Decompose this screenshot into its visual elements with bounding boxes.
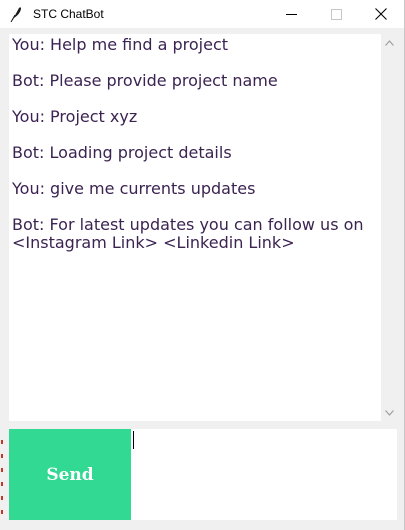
send-button[interactable]: Send [9,429,131,520]
chat-message: You: Help me find a project [12,35,229,54]
chat-message: Bot: Please provide project name [12,71,278,90]
text-caret [133,431,134,449]
scroll-up-button[interactable] [381,34,398,51]
message-input[interactable] [131,429,397,520]
chat-log[interactable]: You: Help me find a project Bot: Please … [9,34,381,421]
maximize-icon [330,8,342,20]
close-icon [375,8,387,20]
window-title: STC ChatBot [33,7,104,21]
chat-message: Bot: For latest updates you can follow u… [12,215,364,252]
scroll-down-button[interactable] [381,404,398,421]
chevron-up-icon [385,39,394,46]
chevron-down-icon [385,409,394,416]
minimize-icon [285,13,297,15]
chat-message: Bot: Loading project details [12,143,232,162]
feather-icon [10,7,21,22]
close-button[interactable] [358,0,404,28]
title-bar[interactable]: STC ChatBot [0,0,404,28]
background-window-edge [0,440,4,530]
chat-message: You: give me currents updates [12,179,256,198]
chat-scrollbar[interactable] [381,34,398,421]
chat-message: You: Project xyz [12,107,138,126]
minimize-button[interactable] [268,0,314,28]
chatbot-window: STC ChatBot You: Help me find a project … [0,0,405,530]
maximize-button[interactable] [313,0,359,28]
